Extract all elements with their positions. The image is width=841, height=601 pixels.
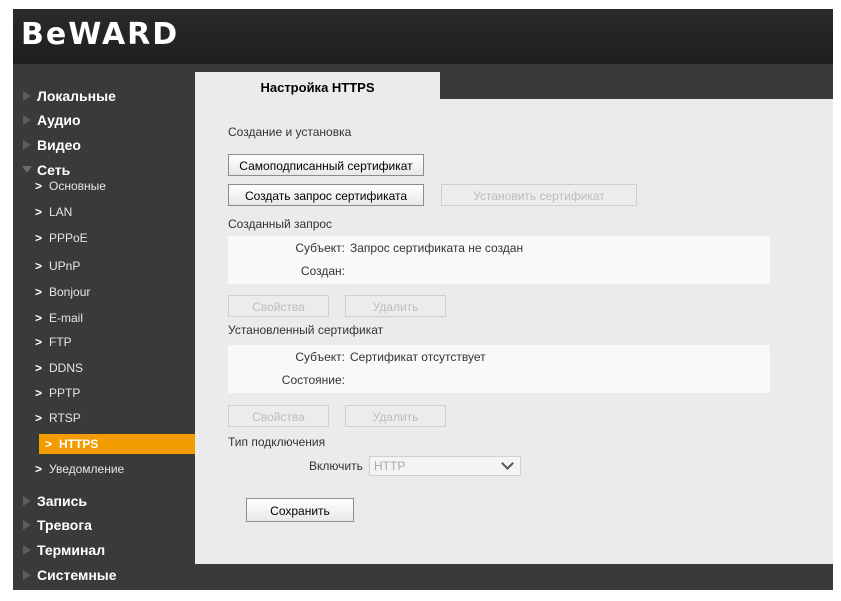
sidebar-subitem-label: E-mail bbox=[49, 311, 84, 325]
sidebar-subitem-label: Уведомление bbox=[49, 462, 125, 476]
chevron-right-icon: > bbox=[35, 231, 43, 245]
create-request-button[interactable]: Создать запрос сертификата bbox=[228, 184, 424, 206]
sidebar-subitem-ddns[interactable]: > DDNS bbox=[35, 358, 195, 378]
request-delete-button[interactable]: Удалить bbox=[345, 295, 446, 317]
expand-arrow-icon bbox=[23, 140, 31, 150]
connection-type-value: HTTP bbox=[374, 459, 406, 473]
expand-arrow-icon bbox=[23, 545, 31, 555]
sidebar-item-record[interactable]: Запись bbox=[37, 493, 87, 509]
sidebar-subitem-label: RTSP bbox=[49, 411, 81, 425]
expand-arrow-icon bbox=[23, 115, 31, 125]
section-create-title: Создание и установка bbox=[228, 125, 352, 139]
tab-label: Настройка HTTPS bbox=[260, 80, 375, 95]
chevron-right-icon: > bbox=[35, 205, 43, 219]
cert-properties-button[interactable]: Свойства bbox=[228, 405, 329, 427]
sidebar-subitem-email[interactable]: > E-mail bbox=[35, 308, 195, 328]
cert-delete-button[interactable]: Удалить bbox=[345, 405, 446, 427]
sidebar-subitem-label: DDNS bbox=[49, 361, 84, 375]
sidebar-subitem-label: FTP bbox=[49, 335, 72, 349]
request-created-label: Создан: bbox=[300, 264, 345, 278]
chevron-right-icon: > bbox=[35, 259, 43, 273]
self-signed-cert-button[interactable]: Самоподписанный сертификат bbox=[228, 154, 424, 176]
sidebar-subitem-label: HTTPS bbox=[59, 437, 99, 451]
sidebar-item-video[interactable]: Видео bbox=[37, 137, 81, 153]
enable-label: Включить bbox=[309, 459, 363, 473]
chevron-right-icon: > bbox=[35, 311, 43, 325]
collapse-arrow-icon bbox=[22, 166, 32, 173]
install-cert-button[interactable]: Установить сертификат bbox=[441, 184, 637, 206]
sidebar-subitem-https[interactable]: > HTTPS bbox=[39, 434, 195, 454]
content-top-strip bbox=[195, 64, 833, 72]
chevron-right-icon: > bbox=[35, 335, 43, 349]
chevron-down-icon bbox=[501, 457, 514, 470]
installed-info-panel: Субъект: Сертификат отсутствует Состояни… bbox=[228, 345, 770, 393]
sidebar-subitem-ftp[interactable]: > FTP bbox=[35, 332, 195, 352]
save-button[interactable]: Сохранить bbox=[246, 498, 354, 522]
connection-type-title: Тип подключения bbox=[228, 435, 326, 449]
sidebar-subitem-pppoe[interactable]: > PPPoE bbox=[35, 228, 195, 248]
sidebar-item-system[interactable]: Системные bbox=[37, 567, 117, 583]
tab-bar-filler bbox=[440, 72, 833, 99]
sidebar-subitem-label: Bonjour bbox=[49, 285, 91, 299]
request-subject-label: Субъект: bbox=[295, 241, 345, 255]
sidebar-subitem-label: UPnP bbox=[49, 259, 81, 273]
tab-https-settings[interactable]: Настройка HTTPS bbox=[195, 73, 440, 100]
request-properties-button[interactable]: Свойства bbox=[228, 295, 329, 317]
sidebar-subitem-rtsp[interactable]: > RTSP bbox=[35, 408, 195, 428]
app-frame: BeWARD Локальные Аудио Видео Сеть > Основ… bbox=[13, 9, 833, 590]
expand-arrow-icon bbox=[23, 496, 31, 506]
sidebar-item-alarm[interactable]: Тревога bbox=[37, 517, 92, 533]
expand-arrow-icon bbox=[23, 91, 31, 101]
expand-arrow-icon bbox=[23, 520, 31, 530]
request-info-panel: Субъект: Запрос сертификата не создан Со… bbox=[228, 236, 770, 284]
sidebar-item-terminal[interactable]: Терминал bbox=[37, 542, 105, 558]
sidebar-subitem-lan[interactable]: > LAN bbox=[35, 202, 195, 222]
main-content bbox=[195, 72, 833, 564]
chevron-right-icon: > bbox=[35, 361, 43, 375]
chevron-right-icon: > bbox=[35, 285, 43, 299]
sidebar-subitem-basic[interactable]: > Основные bbox=[35, 176, 195, 196]
installed-section-title: Установленный сертификат bbox=[228, 323, 384, 337]
sidebar: Локальные Аудио Видео Сеть > Основные > LA… bbox=[13, 64, 195, 590]
installed-subject-label: Субъект: bbox=[295, 350, 345, 364]
sidebar-item-audio[interactable]: Аудио bbox=[37, 112, 81, 128]
request-section-title: Созданный запрос bbox=[228, 217, 333, 231]
sidebar-subitem-label: LAN bbox=[49, 205, 73, 219]
sidebar-subitem-notification[interactable]: > Уведомление bbox=[35, 459, 195, 479]
chevron-right-icon: > bbox=[35, 179, 43, 193]
connection-type-select[interactable]: HTTP bbox=[369, 456, 521, 476]
installed-subject-value: Сертификат отсутствует bbox=[350, 350, 486, 364]
expand-arrow-icon bbox=[23, 570, 31, 580]
sidebar-subitem-bonjour[interactable]: > Bonjour bbox=[35, 282, 195, 302]
sidebar-subitem-label: PPPoE bbox=[49, 231, 88, 245]
installed-status-label: Состояние: bbox=[281, 373, 345, 387]
chevron-right-icon: > bbox=[35, 462, 43, 476]
sidebar-subitem-label: PPTP bbox=[49, 386, 81, 400]
chevron-right-icon: > bbox=[45, 437, 53, 451]
sidebar-item-local[interactable]: Локальные bbox=[37, 88, 116, 104]
footer-bar bbox=[195, 564, 833, 590]
chevron-right-icon: > bbox=[35, 411, 43, 425]
sidebar-subitem-pptp[interactable]: > PPTP bbox=[35, 383, 195, 403]
header: BeWARD bbox=[13, 9, 833, 64]
brand-logo: BeWARD bbox=[21, 17, 180, 52]
chevron-right-icon: > bbox=[35, 386, 43, 400]
request-subject-value: Запрос сертификата не создан bbox=[350, 241, 524, 255]
sidebar-subitem-upnp[interactable]: > UPnP bbox=[35, 256, 195, 276]
sidebar-subitem-label: Основные bbox=[49, 179, 106, 193]
